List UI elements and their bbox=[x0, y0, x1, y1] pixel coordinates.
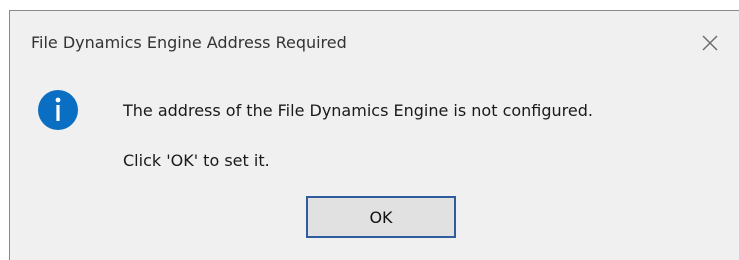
close-icon bbox=[702, 35, 718, 51]
dialog-titlebar: File Dynamics Engine Address Required bbox=[10, 11, 739, 73]
info-icon bbox=[38, 90, 78, 130]
ok-button[interactable]: OK bbox=[306, 196, 456, 238]
message-dialog: File Dynamics Engine Address Required Th… bbox=[9, 10, 739, 260]
dialog-message: The address of the File Dynamics Engine … bbox=[123, 101, 593, 120]
close-button[interactable] bbox=[690, 25, 730, 61]
dialog-instruction: Click 'OK' to set it. bbox=[123, 151, 270, 170]
dialog-title: File Dynamics Engine Address Required bbox=[31, 33, 347, 52]
